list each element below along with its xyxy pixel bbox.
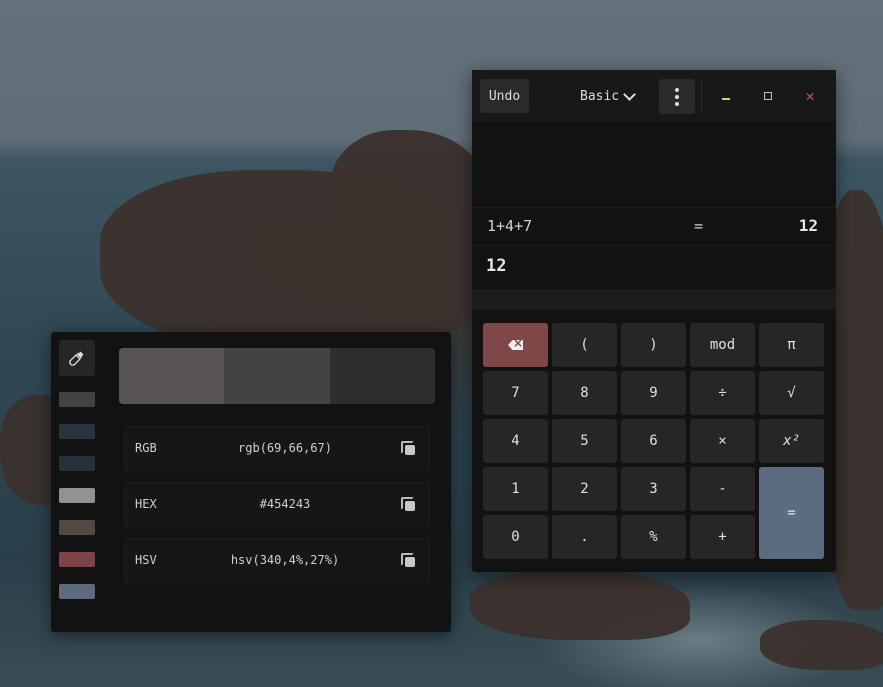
wallpaper-rock xyxy=(330,130,490,270)
mode-label: Basic xyxy=(580,88,620,104)
eyedropper-button[interactable] xyxy=(59,340,95,376)
history-swatch[interactable] xyxy=(59,488,95,503)
rgb-label: RGB xyxy=(135,441,157,455)
maximize-button[interactable] xyxy=(758,86,778,106)
hex-row: HEX #454243 xyxy=(124,482,430,527)
digit-6-button[interactable]: 6 xyxy=(621,419,686,463)
history-swatch[interactable] xyxy=(59,552,95,567)
minimize-button[interactable] xyxy=(716,86,736,106)
kebab-menu-icon-dot xyxy=(675,94,679,99)
history-result: 12 xyxy=(798,216,818,235)
history-swatch[interactable] xyxy=(59,392,95,407)
percent-button[interactable]: % xyxy=(621,515,686,559)
equals-button[interactable]: = xyxy=(759,467,824,559)
keypad: ( ) mod π 7 8 9 ÷ √ 4 5 6 × x² 1 2 3 - =… xyxy=(483,323,825,561)
digit-1-button[interactable]: 1 xyxy=(483,467,548,511)
wallpaper-rock xyxy=(760,620,883,670)
wallpaper-rock xyxy=(470,570,690,640)
color-picker-window: RGB rgb(69,66,67) HEX #454243 HSV hsv(34… xyxy=(51,332,451,632)
eyedropper-icon xyxy=(69,351,84,366)
shade-palette xyxy=(119,348,435,404)
pi-button[interactable]: π xyxy=(759,323,824,367)
subtract-button[interactable]: - xyxy=(690,467,755,511)
titlebar-separator xyxy=(701,80,702,112)
digit-3-button[interactable]: 3 xyxy=(621,467,686,511)
copy-icon[interactable] xyxy=(401,497,415,511)
maximize-icon xyxy=(764,92,772,100)
history-row[interactable]: 1+4+7 = 12 xyxy=(472,207,836,246)
current-value: 12 xyxy=(486,256,507,276)
close-icon: ✕ xyxy=(805,87,815,105)
digit-9-button[interactable]: 9 xyxy=(621,371,686,415)
backspace-icon xyxy=(508,340,523,350)
square-button[interactable]: x² xyxy=(759,419,824,463)
open-paren-button[interactable]: ( xyxy=(552,323,617,367)
add-button[interactable]: + xyxy=(690,515,755,559)
close-button[interactable]: ✕ xyxy=(800,86,820,106)
calculator-window: Undo Basic ✕ 1+4+7 = 12 12 ( ) mod π 7 8… xyxy=(472,70,836,572)
hex-label: HEX xyxy=(135,497,157,511)
rgb-row: RGB rgb(69,66,67) xyxy=(124,426,430,471)
palette-shade-base[interactable] xyxy=(224,348,330,404)
digit-8-button[interactable]: 8 xyxy=(552,371,617,415)
palette-shade-dark[interactable] xyxy=(329,348,435,404)
minimize-icon xyxy=(722,98,730,100)
decimal-button[interactable]: . xyxy=(552,515,617,559)
display-divider xyxy=(472,289,836,310)
history-swatch[interactable] xyxy=(59,424,95,439)
hex-value: #454243 xyxy=(259,497,311,511)
undo-button[interactable]: Undo xyxy=(480,79,529,113)
picker-sidebar xyxy=(51,332,103,632)
hsv-value: hsv(340,4%,27%) xyxy=(230,553,340,567)
history-swatch[interactable] xyxy=(59,520,95,535)
multiply-button[interactable]: × xyxy=(690,419,755,463)
digit-7-button[interactable]: 7 xyxy=(483,371,548,415)
kebab-menu-icon-dot xyxy=(675,101,679,106)
history-swatch[interactable] xyxy=(59,584,95,599)
close-paren-button[interactable]: ) xyxy=(621,323,686,367)
history-equals: = xyxy=(694,217,704,235)
rgb-value: rgb(69,66,67) xyxy=(238,441,332,455)
digit-2-button[interactable]: 2 xyxy=(552,467,617,511)
menu-button[interactable] xyxy=(659,79,695,114)
mode-dropdown[interactable]: Basic xyxy=(580,79,652,113)
divide-button[interactable]: ÷ xyxy=(690,371,755,415)
digit-4-button[interactable]: 4 xyxy=(483,419,548,463)
kebab-menu-icon xyxy=(675,87,679,92)
mod-button[interactable]: mod xyxy=(690,323,755,367)
history-expression: 1+4+7 xyxy=(487,217,533,235)
sqrt-button[interactable]: √ xyxy=(759,371,824,415)
calculator-titlebar: Undo Basic ✕ xyxy=(472,70,836,122)
palette-shade-light[interactable] xyxy=(119,348,225,404)
hsv-label: HSV xyxy=(135,553,157,567)
chevron-down-icon xyxy=(623,87,637,101)
digit-0-button[interactable]: 0 xyxy=(483,515,548,559)
backspace-button[interactable] xyxy=(483,323,548,367)
hsv-row: HSV hsv(340,4%,27%) xyxy=(124,538,430,583)
digit-5-button[interactable]: 5 xyxy=(552,419,617,463)
copy-icon[interactable] xyxy=(401,553,415,567)
copy-icon[interactable] xyxy=(401,441,415,455)
history-swatch[interactable] xyxy=(59,456,95,471)
